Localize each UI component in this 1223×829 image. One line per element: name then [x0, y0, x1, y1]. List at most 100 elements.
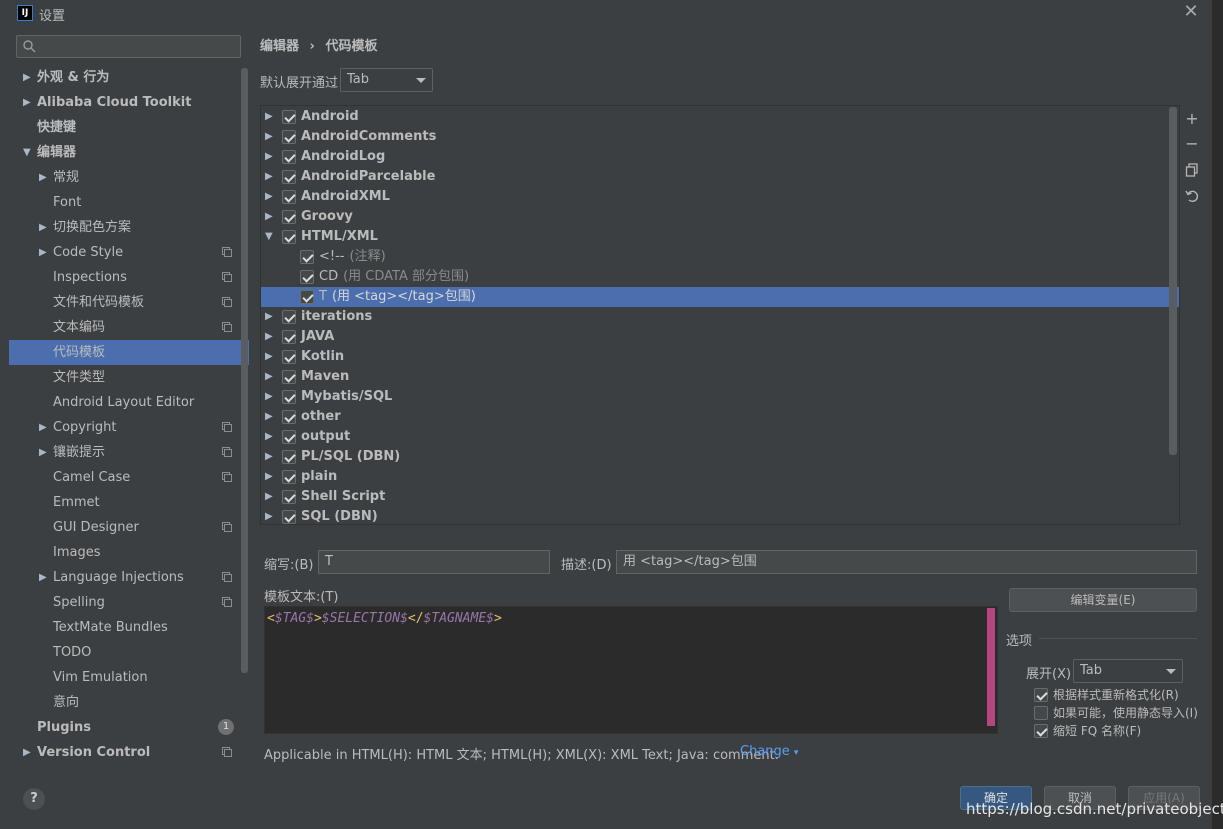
sidebar-item[interactable]: 意向 [9, 690, 249, 715]
chevron-right-icon[interactable]: ▶ [265, 147, 273, 167]
template-enabled-checkbox[interactable] [282, 490, 296, 504]
template-group-row[interactable]: ▶ Android [261, 107, 1179, 127]
template-text-editor[interactable]: <$TAG$>$SELECTION$</$TAGNAME$> [264, 606, 998, 734]
chevron-right-icon[interactable]: ▶ [265, 107, 273, 127]
chevron-right-icon[interactable]: ▶ [39, 215, 47, 240]
chevron-right-icon[interactable]: ▶ [265, 207, 273, 227]
template-enabled-checkbox[interactable] [282, 110, 296, 124]
sidebar-item[interactable]: ▶ 常规 [9, 165, 249, 190]
chevron-right-icon[interactable]: ▶ [265, 507, 273, 524]
chevron-right-icon[interactable]: ▶ [265, 467, 273, 487]
sidebar-item[interactable]: ▶ 镶嵌提示 [9, 440, 249, 465]
template-group-row[interactable]: ▼ HTML/XML [261, 227, 1179, 247]
chevron-right-icon[interactable]: ▶ [23, 90, 31, 115]
chevron-right-icon[interactable]: ▶ [265, 387, 273, 407]
sidebar-item[interactable]: ▼ 编辑器 [9, 140, 249, 165]
sidebar-item[interactable]: 文件和代码模板 [9, 290, 249, 315]
abbreviation-input[interactable]: T [318, 550, 550, 574]
sidebar-item[interactable]: Inspections [9, 265, 249, 290]
sidebar-item[interactable]: TODO [9, 640, 249, 665]
template-group-row[interactable]: ▶ AndroidLog [261, 147, 1179, 167]
chevron-right-icon[interactable]: ▶ [265, 487, 273, 507]
template-enabled-checkbox[interactable] [282, 310, 296, 324]
chevron-right-icon[interactable]: ▶ [39, 415, 47, 440]
chevron-down-icon[interactable]: ▼ [23, 140, 31, 165]
sidebar-item[interactable]: Android Layout Editor [9, 390, 249, 415]
template-group-row[interactable]: ▶ Mybatis/SQL [261, 387, 1179, 407]
sidebar-item[interactable]: 文件类型 [9, 365, 249, 390]
tree-scrollbar[interactable] [1169, 107, 1177, 455]
template-enabled-checkbox[interactable] [282, 350, 296, 364]
template-enabled-checkbox[interactable] [282, 170, 296, 184]
template-group-row[interactable]: ▶ iterations [261, 307, 1179, 327]
sidebar-item[interactable]: Camel Case [9, 465, 249, 490]
sidebar-item[interactable]: ▶ Language Injections [9, 565, 249, 590]
template-group-row[interactable]: ▶ SQL (DBN) [261, 507, 1179, 524]
chevron-right-icon[interactable]: ▶ [39, 565, 47, 590]
template-enabled-checkbox[interactable] [282, 450, 296, 464]
template-enabled-checkbox[interactable] [300, 250, 314, 264]
sidebar-item[interactable]: ▶ Copyright [9, 415, 249, 440]
template-group-row[interactable]: ▶ AndroidComments [261, 127, 1179, 147]
sidebar-item[interactable]: Emmet [9, 490, 249, 515]
sidebar-item[interactable]: GUI Designer [9, 515, 249, 540]
template-enabled-checkbox[interactable] [282, 230, 296, 244]
sidebar-item[interactable]: Images [9, 540, 249, 565]
template-group-row[interactable]: ▶ AndroidXML [261, 187, 1179, 207]
chevron-right-icon[interactable]: ▶ [265, 327, 273, 347]
chevron-right-icon[interactable]: ▶ [265, 367, 273, 387]
chevron-right-icon[interactable]: ▶ [265, 427, 273, 447]
template-group-row[interactable]: ▶ PL/SQL (DBN) [261, 447, 1179, 467]
close-icon[interactable]: ✕ [1181, 2, 1201, 22]
chevron-right-icon[interactable]: ▶ [265, 307, 273, 327]
chevron-right-icon[interactable]: ▶ [265, 187, 273, 207]
template-enabled-checkbox[interactable] [300, 270, 314, 284]
sidebar-item[interactable]: TextMate Bundles [9, 615, 249, 640]
template-group-row[interactable]: ▶ other [261, 407, 1179, 427]
template-enabled-checkbox[interactable] [300, 290, 314, 304]
template-enabled-checkbox[interactable] [282, 510, 296, 524]
template-row[interactable]: <!-- (注释) [261, 247, 1179, 267]
chevron-right-icon[interactable]: ▶ [39, 165, 47, 190]
sidebar-item[interactable]: ▶ Code Style [9, 240, 249, 265]
sidebar-item[interactable]: 代码模板 [9, 340, 249, 365]
expand-with-select[interactable]: Tab [340, 68, 433, 92]
chevron-down-icon[interactable]: ▼ [265, 227, 273, 247]
chevron-right-icon[interactable]: ▶ [39, 440, 47, 465]
template-enabled-checkbox[interactable] [282, 330, 296, 344]
template-enabled-checkbox[interactable] [282, 130, 296, 144]
sidebar-item[interactable]: Font [9, 190, 249, 215]
sidebar-scrollbar[interactable] [241, 68, 248, 673]
chevron-right-icon[interactable]: ▶ [265, 347, 273, 367]
template-group-row[interactable]: ▶ Kotlin [261, 347, 1179, 367]
chevron-right-icon[interactable]: ▶ [265, 127, 273, 147]
help-button[interactable]: ? [23, 788, 45, 810]
description-input[interactable]: 用 <tag></tag>包围 [616, 550, 1197, 574]
remove-icon[interactable]: − [1183, 135, 1201, 153]
sidebar-item[interactable]: 快捷键 [9, 115, 249, 140]
search-input[interactable] [16, 35, 241, 58]
sidebar-item[interactable]: ▶ Alibaba Cloud Toolkit [9, 90, 249, 115]
chevron-right-icon[interactable]: ▶ [39, 240, 47, 265]
change-contexts-link[interactable]: Change ▾ [740, 744, 798, 759]
template-enabled-checkbox[interactable] [282, 470, 296, 484]
sidebar-item[interactable]: Spelling [9, 590, 249, 615]
undo-icon[interactable] [1183, 187, 1201, 205]
option-static-import-checkbox[interactable] [1034, 706, 1048, 720]
chevron-right-icon[interactable]: ▶ [23, 65, 31, 90]
sidebar-item[interactable]: Plugins [9, 715, 249, 740]
option-shorten-fq-checkbox[interactable] [1034, 724, 1048, 738]
add-icon[interactable]: + [1183, 110, 1201, 128]
template-group-row[interactable]: ▶ plain [261, 467, 1179, 487]
chevron-right-icon[interactable]: ▶ [265, 447, 273, 467]
sidebar-item[interactable]: Vim Emulation [9, 665, 249, 690]
edit-variables-button[interactable]: 编辑变量(E) [1009, 588, 1197, 612]
template-group-row[interactable]: ▶ AndroidParcelable [261, 167, 1179, 187]
sidebar-item[interactable]: 文本编码 [9, 315, 249, 340]
template-group-row[interactable]: ▶ output [261, 427, 1179, 447]
option-reformat-checkbox[interactable] [1034, 688, 1048, 702]
template-group-row[interactable]: ▶ JAVA [261, 327, 1179, 347]
template-enabled-checkbox[interactable] [282, 430, 296, 444]
template-group-row[interactable]: ▶ Groovy [261, 207, 1179, 227]
sidebar-item[interactable]: ▶ Version Control [9, 740, 249, 765]
